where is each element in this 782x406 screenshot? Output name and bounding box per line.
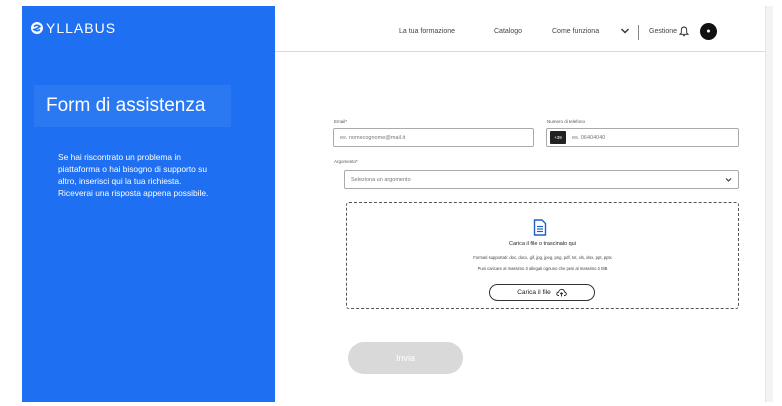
- sidebar-panel: YLLABUS Form di assistenza Se hai riscon…: [22, 6, 275, 402]
- phone-placeholder: es. 06404040: [572, 134, 606, 141]
- document-icon: [533, 219, 547, 236]
- nav-gestione[interactable]: Gestione: [649, 28, 677, 35]
- upload-formats: Formati supportati: doc, docx, gif, jpg,…: [473, 255, 612, 260]
- upload-file-button[interactable]: Carica il file: [489, 284, 595, 301]
- chevron-down-icon: [725, 178, 732, 182]
- description-line: Riceverai una risposta appena possibile.: [58, 188, 209, 198]
- description-line: piattaforma o hai bisogno di supporto su: [58, 164, 207, 174]
- phone-label: Numero di telefono: [547, 119, 586, 124]
- description-line: Se hai riscontrato un problema in: [58, 152, 181, 162]
- email-field[interactable]: es. nomecognome@mail.it: [333, 128, 534, 147]
- upload-limits: Puoi caricare al massimo 3 allegati ognu…: [477, 266, 608, 271]
- nav-catalogo[interactable]: Catalogo: [494, 28, 522, 35]
- nav-divider: [638, 25, 639, 40]
- submit-button[interactable]: Invia: [348, 342, 463, 374]
- email-placeholder: es. nomecognome@mail.it: [340, 134, 406, 141]
- user-avatar[interactable]: ●: [700, 23, 717, 40]
- chevron-down-icon[interactable]: [620, 27, 630, 35]
- email-label: Email*: [334, 119, 348, 124]
- topic-selected-value: Seleziona un argomento: [351, 176, 411, 183]
- brand-logo[interactable]: YLLABUS: [30, 20, 116, 36]
- bell-icon[interactable]: [679, 26, 689, 37]
- top-navigation: La tua formazione Catalogo Come funziona…: [275, 6, 765, 52]
- page-title: Form di assistenza: [46, 95, 206, 116]
- brand-name: YLLABUS: [46, 20, 117, 36]
- upload-button-label: Carica il file: [517, 289, 551, 296]
- avatar-mark: ●: [706, 28, 711, 35]
- syllabus-logo-icon: [31, 22, 43, 34]
- page-scrollbar[interactable]: [765, 6, 773, 402]
- topic-select[interactable]: Seleziona un argomento: [344, 170, 739, 189]
- topic-label: Argomento*: [334, 159, 358, 164]
- description-line: altro, inserisci qui la tua richiesta.: [58, 176, 182, 186]
- country-prefix[interactable]: +39: [550, 131, 566, 144]
- sidebar-description: Se hai riscontrato un problema in piatta…: [58, 151, 263, 199]
- cloud-upload-icon: [556, 288, 567, 297]
- nav-come-funziona[interactable]: Come funziona: [552, 28, 599, 35]
- page-title-box: Form di assistenza: [34, 85, 231, 127]
- upload-title: Carica il file o trascinalo qui: [509, 241, 576, 247]
- phone-field[interactable]: +39 es. 06404040: [546, 128, 739, 147]
- file-dropzone[interactable]: Carica il file o trascinalo qui Formati …: [346, 202, 739, 309]
- nav-la-tua-formazione[interactable]: La tua formazione: [399, 28, 455, 35]
